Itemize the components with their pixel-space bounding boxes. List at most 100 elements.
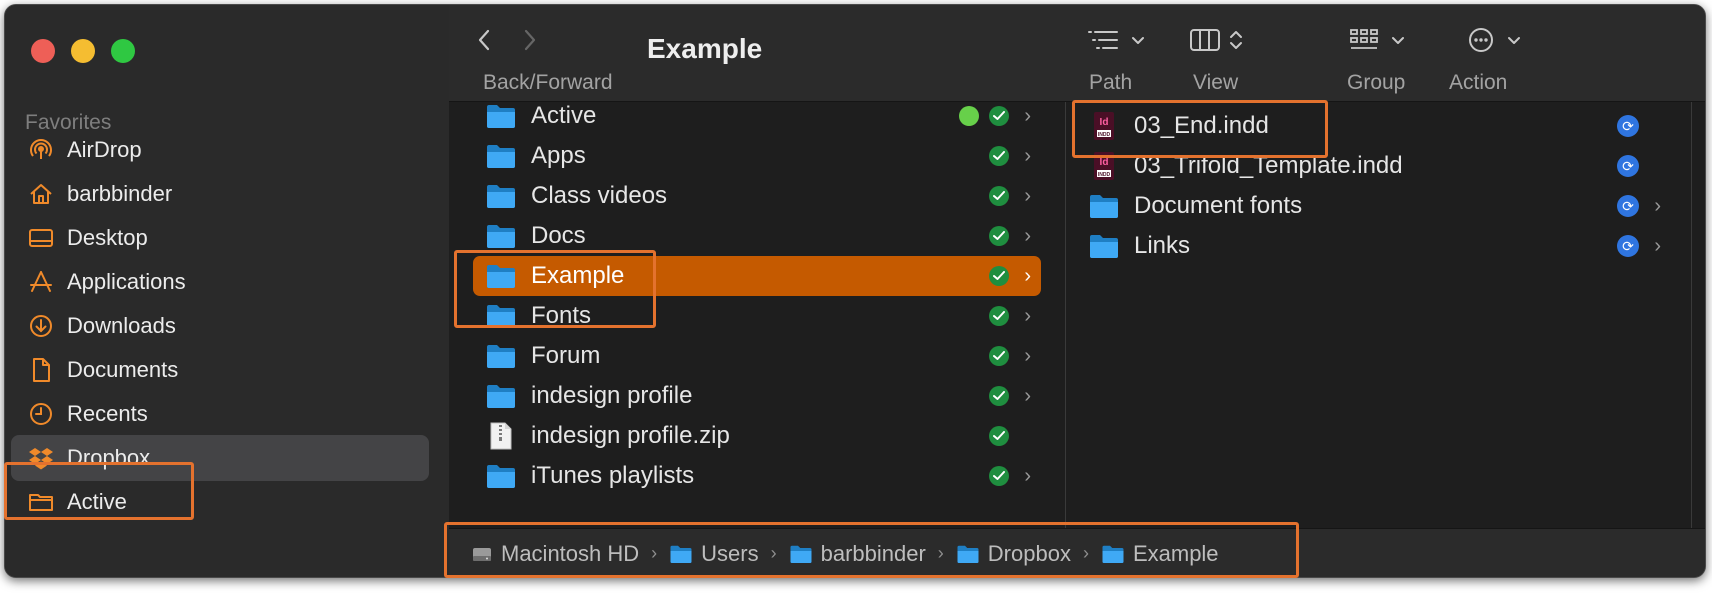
path-segment-macintosh-hd[interactable]: Macintosh HD	[471, 541, 639, 567]
grid-icon	[1349, 28, 1379, 57]
chevron-right-icon: ›	[1654, 234, 1661, 257]
minimize-window-button[interactable]	[71, 39, 95, 63]
path-segment-label: Dropbox	[987, 540, 1071, 566]
list-item-selected[interactable]: Example ›	[473, 256, 1041, 296]
zip-file-icon	[483, 421, 519, 451]
path-segment-label: Users	[701, 540, 759, 566]
chevron-right-icon: ›	[1654, 194, 1661, 217]
check-icon	[989, 346, 1009, 366]
document-icon	[27, 356, 55, 384]
group-button[interactable]	[1349, 23, 1405, 61]
check-icon	[989, 106, 1009, 126]
list-item-label: Docs	[531, 222, 586, 249]
list-icon	[1087, 28, 1119, 57]
sync-icon: ⟳	[1617, 195, 1639, 217]
list-item[interactable]: iTunes playlists ›	[473, 456, 1041, 496]
chevron-right-icon: ›	[937, 543, 944, 563]
list-item[interactable]: Id INDD 03_End.indd ⟳	[1076, 106, 1681, 146]
chevron-down-icon	[1391, 33, 1405, 51]
folder-icon	[483, 102, 519, 131]
sidebar-item-label: Dropbox	[67, 445, 151, 470]
folder-icon	[483, 141, 519, 171]
sidebar-item-airdrop[interactable]: AirDrop	[11, 127, 429, 173]
action-button[interactable]	[1467, 23, 1521, 61]
list-item-label: Fonts	[531, 302, 592, 329]
check-icon	[989, 146, 1009, 166]
columns-view-icon	[1189, 27, 1221, 58]
path-segment-label: Macintosh HD	[501, 540, 640, 566]
sidebar-item-label: Documents	[67, 357, 179, 382]
folder-icon	[27, 488, 55, 516]
forward-button[interactable]	[515, 25, 545, 59]
chevron-right-icon: ›	[1082, 543, 1089, 563]
sidebar-item-label: AirDrop	[67, 137, 142, 162]
indesign-file-icon: Id INDD	[1086, 111, 1122, 141]
view-button[interactable]	[1189, 23, 1243, 61]
path-caption: Path	[1089, 71, 1133, 94]
folder-icon	[669, 544, 693, 564]
check-icon	[989, 466, 1009, 486]
folder-icon	[483, 381, 519, 411]
sidebar-item-label: Downloads	[67, 313, 176, 338]
list-item-label: Forum	[531, 342, 601, 369]
list-item[interactable]: Docs ›	[473, 216, 1041, 256]
folder-icon	[483, 221, 519, 251]
list-item[interactable]: Active ›	[473, 102, 1041, 136]
green-tag-icon	[959, 106, 979, 126]
folder-icon	[1101, 544, 1125, 564]
folder-icon	[483, 181, 519, 211]
path-segment-users[interactable]: Users	[669, 540, 759, 567]
zoom-window-button[interactable]	[111, 39, 135, 63]
sidebar-item-dropbox[interactable]: Dropbox	[11, 435, 429, 481]
sidebar-item-home[interactable]: barbbinder	[11, 171, 429, 217]
list-item[interactable]: Links ⟳ ›	[1076, 226, 1681, 266]
chevron-right-icon: ›	[1024, 344, 1031, 367]
sidebar-item-label: Active	[67, 489, 127, 514]
sidebar-item-label: Recents	[67, 401, 148, 426]
list-item[interactable]: Document fonts ⟳ ›	[1076, 186, 1681, 226]
list-item[interactable]: Fonts ›	[473, 296, 1041, 336]
group-caption: Group	[1347, 71, 1406, 94]
check-icon	[989, 426, 1009, 446]
path-button[interactable]	[1087, 23, 1145, 61]
sidebar-item-downloads[interactable]: Downloads	[11, 303, 429, 349]
list-item[interactable]: indesign profile.zip	[473, 416, 1041, 456]
window-title: Example	[647, 33, 763, 64]
chevron-right-icon: ›	[1024, 464, 1031, 487]
toolbar: Back/Forward Example Path View Group Act…	[449, 5, 1705, 102]
list-item[interactable]: Apps ›	[473, 136, 1041, 176]
dropbox-folder-icon	[956, 544, 980, 564]
chevron-right-icon: ›	[1024, 184, 1031, 207]
sidebar-item-documents[interactable]: Documents	[11, 347, 429, 393]
list-item[interactable]: Class videos ›	[473, 176, 1041, 216]
sidebar-item-label: Desktop	[67, 225, 148, 250]
sidebar-item-recents[interactable]: Recents	[11, 391, 429, 437]
back-button[interactable]	[469, 25, 499, 59]
home-folder-icon	[789, 544, 813, 564]
sync-icon: ⟳	[1617, 235, 1639, 257]
chevron-down-icon	[1507, 33, 1521, 51]
list-item[interactable]: Forum ›	[473, 336, 1041, 376]
folder-icon	[483, 301, 519, 331]
path-segment-example[interactable]: Example	[1101, 541, 1219, 567]
example-column: Id INDD 03_End.indd ⟳ Id INDD 03_Trifold_T…	[1066, 102, 1692, 528]
chevron-right-icon: ›	[1024, 264, 1031, 287]
svg-text:INDD: INDD	[1098, 132, 1111, 138]
folder-icon	[483, 261, 519, 291]
sidebar-item-applications[interactable]: Applications	[11, 259, 429, 305]
list-item-label: 03_End.indd	[1134, 112, 1269, 139]
path-segment-home[interactable]: barbbinder	[789, 541, 926, 567]
list-item[interactable]: Id INDD 03_Trifold_Template.indd ⟳	[1076, 146, 1681, 186]
list-item-label: Document fonts	[1134, 192, 1303, 219]
close-window-button[interactable]	[31, 39, 55, 63]
list-item[interactable]: indesign profile ›	[473, 376, 1041, 416]
sidebar-item-desktop[interactable]: Desktop	[11, 215, 429, 261]
list-item-label: 03_Trifold_Template.indd	[1134, 152, 1403, 179]
sync-icon: ⟳	[1617, 115, 1639, 137]
sidebar-item-active[interactable]: Active	[11, 479, 429, 525]
path-segment-dropbox[interactable]: Dropbox	[956, 541, 1071, 567]
list-item-label: indesign profile.zip	[531, 422, 730, 449]
home-icon	[27, 180, 55, 208]
chevron-right-icon: ›	[770, 543, 777, 563]
chevron-updown-icon	[1229, 28, 1243, 57]
